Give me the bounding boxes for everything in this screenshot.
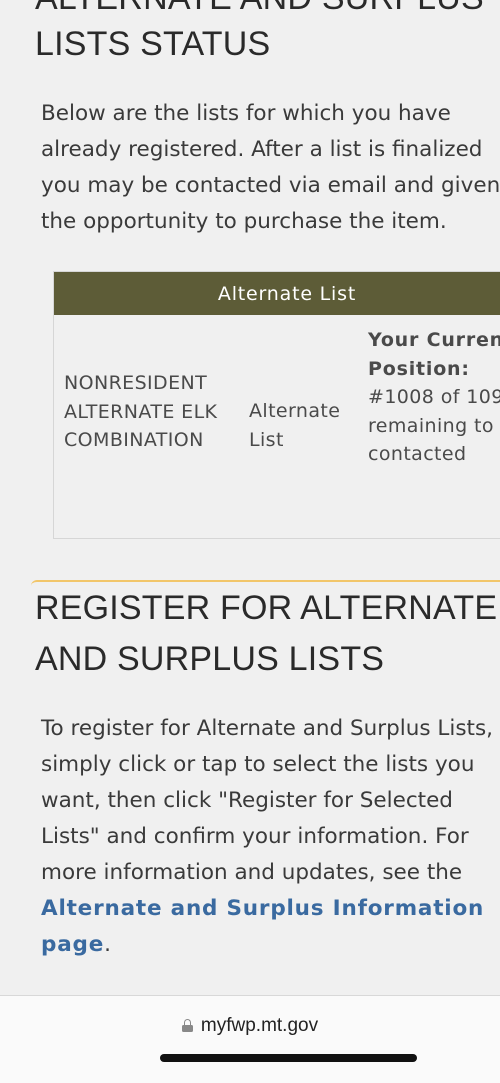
register-line: want, then click "Register for Selected <box>41 788 453 813</box>
browser-bottom-bar: myfwp.mt.gov <box>0 995 500 1083</box>
position-label: Your Current Position: <box>368 329 500 380</box>
url-text: myfwp.mt.gov <box>200 1015 319 1036</box>
home-indicator[interactable] <box>160 1054 417 1062</box>
lock-icon <box>181 1019 193 1032</box>
list-name-cell: NONRESIDENT ALTERNATE ELK COMBINATION <box>64 372 218 451</box>
info-link-line: Alternate and Surplus Information <box>41 891 500 927</box>
link-suffix: . <box>104 932 111 957</box>
list-position-cell: Your Current Position: #1008 of 1098 rem… <box>368 326 500 469</box>
list-type-cell: Alternate List <box>249 400 341 451</box>
status-intro-line: Below are the lists for which you have <box>41 101 451 126</box>
url-bar[interactable]: myfwp.mt.gov <box>0 1015 500 1037</box>
status-intro-line: already registered. After a list is fina… <box>41 137 483 162</box>
register-line: simply click or tap to select the lists … <box>41 752 475 777</box>
alternate-surplus-info-link-cont[interactable]: page <box>41 932 104 957</box>
register-line: more information and updates, see the <box>41 860 463 885</box>
status-section-title: LISTS STATUS <box>35 25 271 63</box>
register-line: To register for Alternate and Surplus Li… <box>41 716 494 741</box>
status-intro: Below are the lists for which you have a… <box>41 96 500 240</box>
status-intro-line: you may be contacted via email and given <box>41 173 500 198</box>
info-link-line: page. <box>41 927 500 963</box>
register-section-title-line1: REGISTER FOR ALTERNATE <box>35 589 498 627</box>
alternate-surplus-info-link[interactable]: Alternate and Surplus Information <box>41 896 484 921</box>
position-value: #1008 of 1098 remaining to be contacted <box>368 386 500 465</box>
alternate-list-table-header: Alternate List <box>54 272 500 315</box>
register-line: Lists" and confirm your information. For <box>41 824 469 849</box>
register-section-title-line2: AND SURPLUS LISTS <box>35 640 385 678</box>
register-instructions: To register for Alternate and Surplus Li… <box>41 711 500 963</box>
alternate-list-table: Alternate List NONRESIDENT ALTERNATE ELK… <box>53 271 500 539</box>
status-intro-line: the opportunity to purchase the item. <box>41 209 447 234</box>
page-content: ALTERNATE AND SURPLUS LISTS STATUS Below… <box>0 0 500 995</box>
